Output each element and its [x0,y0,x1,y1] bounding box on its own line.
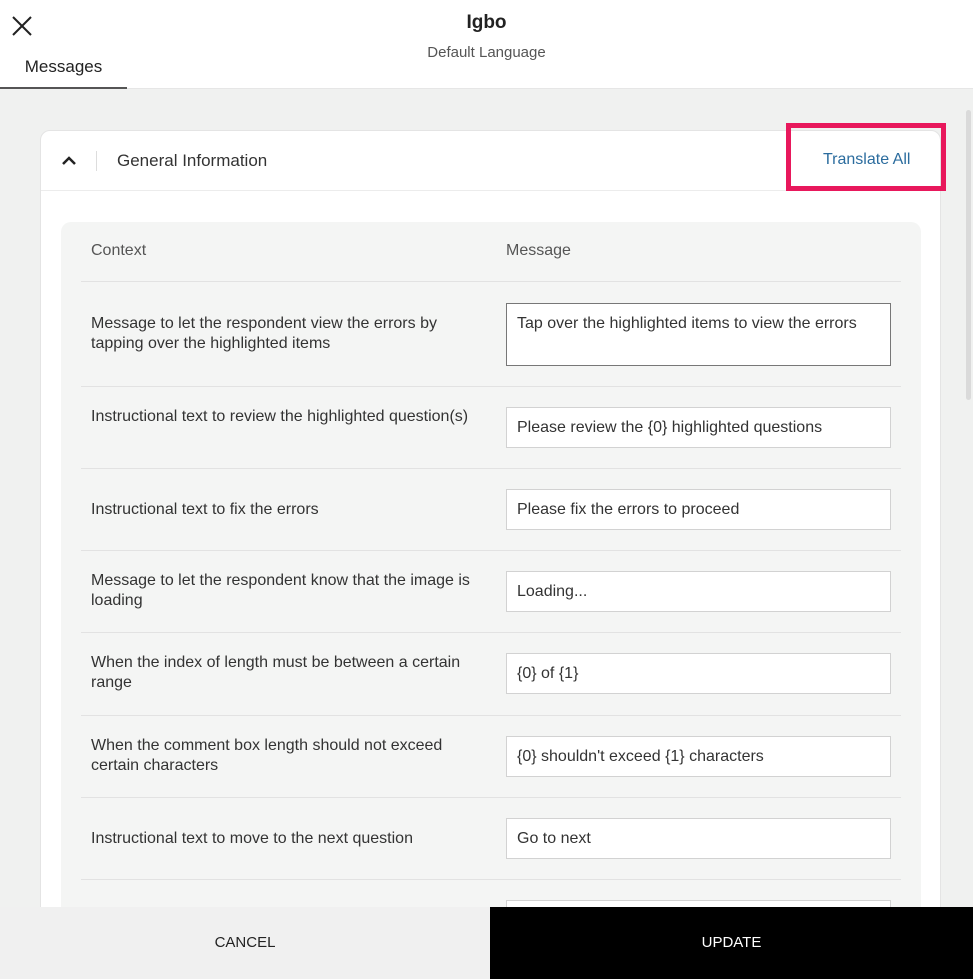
update-button[interactable]: UPDATE [490,907,973,979]
page-title: Igbo [466,12,507,33]
page-subtitle: Default Language [427,44,546,61]
header: Igbo Default Language Messages [0,0,973,89]
table-header: Context Message [81,222,901,282]
message-input[interactable]: Please review the {0} highlighted questi… [506,407,891,448]
message-input[interactable]: Loading... [506,571,891,612]
table-row: Instructional text to review the highlig… [81,387,901,469]
table-row: Instructional text to move to the next q… [81,798,901,880]
message-input[interactable]: Please fix the errors to proceed [506,489,891,530]
row-context: When the comment box length should not e… [91,737,443,774]
general-information-card: General Information Translate All Contex… [40,123,946,942]
table-row: Instructional text to fix the errors Ple… [81,469,901,551]
table-row: When the comment box length should not e… [81,716,901,798]
divider [96,151,97,171]
chevron-up-icon [62,156,76,165]
section-title: General Information [117,151,268,170]
collapse-button[interactable] [59,151,79,171]
message-input[interactable]: {0} of {1} [506,653,891,694]
table-row: When the index of length must be between… [81,633,901,716]
row-context: Instructional text to fix the errors [91,501,319,518]
message-input[interactable]: Go to next [506,818,891,859]
tab-messages[interactable]: Messages [0,56,127,89]
column-header-context: Context [91,242,147,259]
column-header-message: Message [506,242,571,259]
row-context: Message to let the respondent know that … [91,572,470,609]
row-context: Message to let the respondent view the e… [91,315,437,352]
footer: CANCEL UPDATE [0,907,973,979]
table-row: Message to let the respondent view the e… [81,283,901,387]
row-context: When the index of length must be between… [91,654,461,691]
cancel-button[interactable]: CANCEL [0,907,490,979]
message-input[interactable]: Tap over the highlighted items to view t… [506,303,891,366]
row-context: Instructional text to move to the next q… [91,830,413,847]
scrollbar[interactable] [966,110,971,400]
section-header: General Information Translate All [41,123,946,191]
translate-all-link[interactable]: Translate All [823,151,910,169]
table-row: Message to let the respondent know that … [81,551,901,633]
messages-table: Context Message Message to let the respo… [61,222,921,942]
message-input[interactable]: {0} shouldn't exceed {1} characters [506,736,891,777]
row-context: Instructional text to review the highlig… [91,408,469,425]
